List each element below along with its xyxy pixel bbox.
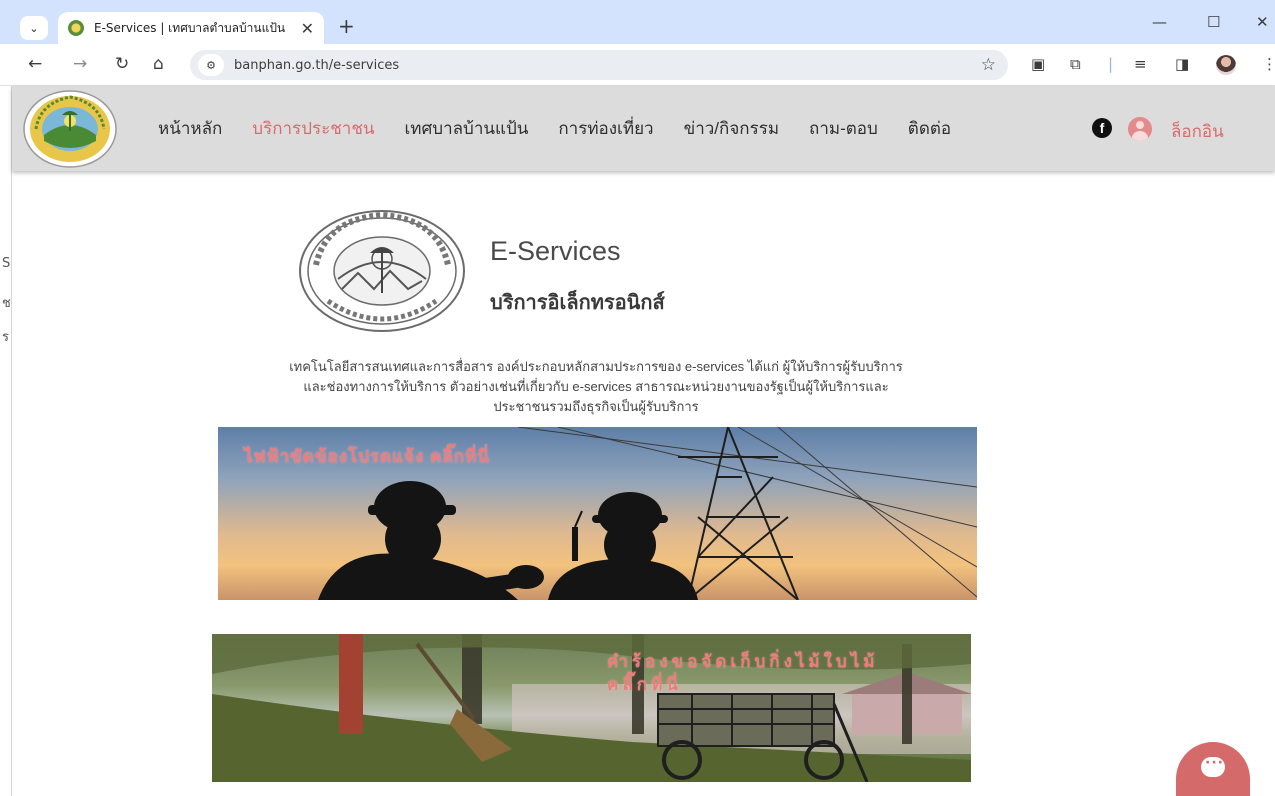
- reload-icon[interactable]: ↻: [115, 54, 129, 74]
- site-header: หน้าหลัก บริการประชาชน เทศบาลบ้านแป้น กา…: [12, 86, 1275, 171]
- branch-collection-banner[interactable]: คำร้องขอจัดเก็บกิ่งไม้ใบไม้ คลิ๊กที่นี่: [212, 634, 971, 782]
- left-window-edge: S ช ร: [0, 86, 12, 796]
- tab-search-button[interactable]: ⌄: [20, 16, 48, 40]
- browser-toolbar: ← → ↻ ⌂ ⚙ banphan.go.th/e-services ☆ ▣ ⧉…: [0, 44, 1275, 86]
- main-navigation: หน้าหลัก บริการประชาชน เทศบาลบ้านแป้น กา…: [158, 86, 981, 171]
- intro-line: และช่องทางการให้บริการ ตัวอย่างเช่นที่เก…: [303, 379, 889, 394]
- tab-title: E-Services | เทศบาลตำบลบ้านแป้น: [94, 20, 286, 35]
- page-title: E-Services: [490, 236, 621, 266]
- intro-line: ประชาชนรวมถึงธุรกิจเป็นผู้รับบริการ: [493, 399, 699, 414]
- maximize-button[interactable]: ☐: [1207, 13, 1220, 31]
- intro-paragraph: เทคโนโลยีสารสนเทศและการสื่อสาร องค์ประกอ…: [196, 357, 996, 417]
- intro-line: เทคโนโลยีสารสนเทศและการสื่อสาร องค์ประกอ…: [289, 359, 903, 374]
- profile-avatar[interactable]: [1216, 55, 1236, 75]
- address-bar[interactable]: ⚙ banphan.go.th/e-services ☆: [190, 50, 1008, 80]
- media-control-icon[interactable]: ≡: [1134, 55, 1147, 73]
- branch-collection-link[interactable]: คำร้องขอจัดเก็บกิ่งไม้ใบไม้ คลิ๊กที่นี่: [607, 650, 947, 696]
- minimize-button[interactable]: —: [1152, 13, 1167, 31]
- municipality-logo[interactable]: [22, 89, 118, 169]
- url-text[interactable]: banphan.go.th/e-services: [234, 58, 981, 73]
- nav-contact[interactable]: ติดต่อ: [908, 115, 951, 142]
- nav-faq[interactable]: ถาม-ตอบ: [809, 115, 878, 142]
- facebook-icon[interactable]: f: [1092, 118, 1112, 138]
- puzzle-icon[interactable]: ⧉: [1070, 55, 1081, 73]
- back-arrow-icon[interactable]: ←: [28, 54, 42, 74]
- site-settings-icon[interactable]: ⚙: [198, 54, 224, 76]
- reading-mode-icon[interactable]: ▣: [1031, 55, 1045, 73]
- close-window-button[interactable]: ✕: [1256, 13, 1269, 31]
- chat-button[interactable]: [1176, 742, 1250, 796]
- cta-line: คลิ๊กที่นี่: [607, 675, 682, 694]
- new-tab-button[interactable]: +: [338, 14, 355, 38]
- star-icon[interactable]: ☆: [981, 55, 996, 75]
- toolbar-divider: |: [1108, 55, 1114, 73]
- forward-arrow-icon[interactable]: →: [73, 54, 87, 74]
- tab-close-icon[interactable]: ✕: [301, 19, 314, 38]
- page-subtitle: บริการอิเล็กทรอนิกส์: [490, 292, 665, 314]
- site-favicon-icon: [68, 20, 84, 36]
- nav-municipality[interactable]: เทศบาลบ้านแป้น: [404, 115, 528, 142]
- user-avatar-icon[interactable]: [1128, 117, 1152, 141]
- chat-bubble-icon: [1201, 755, 1225, 777]
- browser-tab-active[interactable]: E-Services | เทศบาลตำบลบ้านแป้น ✕: [58, 12, 324, 44]
- side-panel-icon[interactable]: ◨: [1175, 55, 1189, 73]
- power-outage-link[interactable]: ไฟฟ้าขัดข้องโปรดแจ้ง คลิ๊กที่นี่: [244, 443, 490, 470]
- municipality-seal: [299, 210, 465, 332]
- nav-home[interactable]: หน้าหลัก: [158, 115, 222, 142]
- nav-public-services[interactable]: บริการประชาชน: [252, 115, 374, 142]
- chevron-down-icon: ⌄: [29, 21, 39, 35]
- power-outage-banner[interactable]: ไฟฟ้าขัดข้องโปรดแจ้ง คลิ๊กที่นี่: [218, 427, 977, 600]
- home-icon[interactable]: ⌂: [153, 54, 164, 74]
- login-link[interactable]: ล็อกอิน: [1171, 118, 1224, 145]
- cta-line: คำร้องขอจัดเก็บกิ่งไม้ใบไม้: [607, 652, 879, 671]
- browser-tab-bar: ⌄ E-Services | เทศบาลตำบลบ้านแป้น ✕ + — …: [0, 0, 1275, 44]
- nav-tourism[interactable]: การท่องเที่ยว: [558, 115, 653, 142]
- nav-news-activities[interactable]: ข่าว/กิจกรรม: [684, 115, 779, 142]
- kebab-menu-icon[interactable]: ⋮: [1262, 55, 1275, 73]
